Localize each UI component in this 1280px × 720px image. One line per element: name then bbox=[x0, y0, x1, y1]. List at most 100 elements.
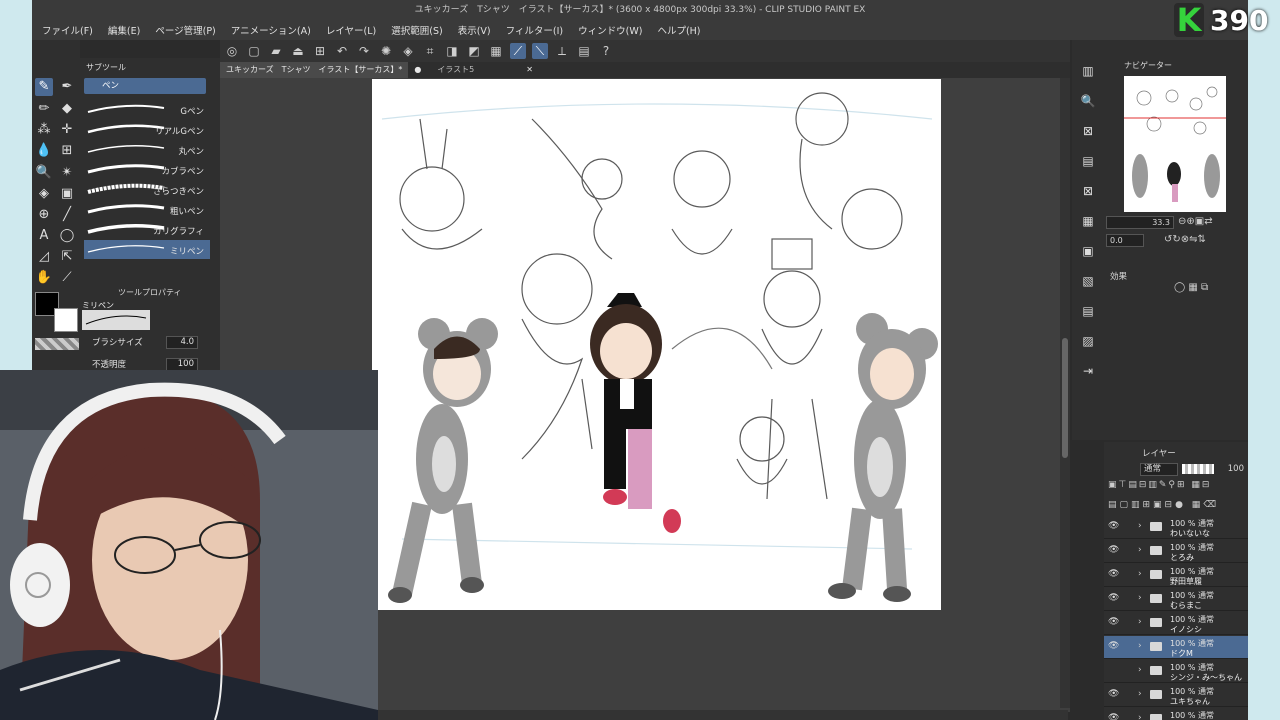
open-folder-icon[interactable]: ▰ bbox=[268, 43, 284, 59]
pencil-tool-icon[interactable]: ✏ bbox=[35, 100, 53, 118]
navigator-preview[interactable] bbox=[1124, 76, 1226, 212]
magnifier-tool-icon[interactable]: 🔍 bbox=[35, 164, 53, 182]
chevron-right-icon[interactable]: › bbox=[1138, 713, 1142, 720]
marker-tool-icon[interactable]: ✒ bbox=[58, 78, 76, 96]
eye-icon[interactable]: 👁 bbox=[1108, 545, 1119, 555]
brush-item[interactable]: カリグラフィ bbox=[84, 220, 210, 239]
chevron-right-icon[interactable]: › bbox=[1138, 689, 1142, 699]
chevron-right-icon[interactable]: › bbox=[1138, 593, 1142, 603]
redo-icon[interactable]: ↷ bbox=[356, 43, 372, 59]
snap-icon[interactable]: ▦ bbox=[488, 43, 504, 59]
menu-view[interactable]: 表示(V) bbox=[458, 23, 491, 37]
auto-select-icon[interactable]: ✴ bbox=[58, 164, 76, 182]
clip-studio-icon[interactable]: ◎ bbox=[224, 43, 240, 59]
chevron-right-icon[interactable]: › bbox=[1138, 665, 1142, 675]
clear-icon[interactable]: ◨ bbox=[444, 43, 460, 59]
eye-icon[interactable]: 👁 bbox=[1108, 713, 1119, 720]
layer-row[interactable]: 👁 › 100 % 通常 ねこ bbox=[1104, 708, 1248, 720]
frame-tool-icon[interactable]: ◿ bbox=[35, 248, 53, 266]
transparent-color-swatch[interactable] bbox=[35, 338, 79, 350]
snap-special-ruler-icon[interactable]: ⟍ bbox=[532, 43, 548, 59]
decoration-tool-icon[interactable]: ⁂ bbox=[35, 121, 53, 139]
subtool-tab[interactable]: サブツール bbox=[86, 62, 126, 73]
eye-icon[interactable]: 👁 bbox=[1108, 617, 1119, 627]
rotate-buttons-icon[interactable]: ↺↻⊗⇋⇅ bbox=[1164, 234, 1206, 245]
brush-item-selected[interactable]: ミリペン bbox=[84, 240, 210, 259]
layer-row-selected[interactable]: 👁 › 100 % 通常 ドクM bbox=[1104, 636, 1248, 659]
navigator-tab[interactable]: ナビゲーター bbox=[1124, 60, 1172, 71]
fill-icon[interactable]: ◩ bbox=[466, 43, 482, 59]
material-icon[interactable]: ▤ bbox=[1078, 302, 1098, 320]
layer-toolbar-2[interactable]: ▤▢▥⊞▣⊟● ▦⌫ bbox=[1108, 500, 1244, 512]
layer-row[interactable]: 👁 › 100 % 通常 ユキちゃん bbox=[1104, 684, 1248, 707]
line-tool-icon[interactable]: ╱ bbox=[58, 206, 76, 224]
memo-icon[interactable]: ▤ bbox=[576, 43, 592, 59]
opacity-slider[interactable] bbox=[1182, 464, 1214, 474]
vertical-scrollbar[interactable] bbox=[1060, 78, 1070, 708]
brush-item[interactable]: ざらつきペン bbox=[84, 180, 210, 199]
hand-tool-icon[interactable]: ✋ bbox=[35, 269, 53, 287]
brush-item[interactable]: 粗いペン bbox=[84, 200, 210, 219]
menu-page[interactable]: ページ管理(P) bbox=[155, 23, 215, 37]
brush-size-field[interactable]: 4.0 bbox=[166, 336, 198, 349]
export-icon[interactable]: ▤ bbox=[1078, 152, 1098, 170]
layer-property-icon[interactable]: ▧ bbox=[1078, 272, 1098, 290]
eye-icon[interactable]: 👁 bbox=[1108, 569, 1119, 579]
layer-row[interactable]: 👁 › 100 % 通常 むらまこ bbox=[1104, 588, 1248, 611]
layer-row[interactable]: 👁 › 100 % 通常 イノシシ bbox=[1104, 612, 1248, 635]
menu-file[interactable]: ファイル(F) bbox=[42, 23, 93, 37]
blend-tool-icon[interactable]: 💧 bbox=[35, 142, 53, 160]
zoom-buttons-icon[interactable]: ⊖⊕▣⇄ bbox=[1178, 216, 1213, 227]
menu-selection[interactable]: 選択範囲(S) bbox=[391, 23, 442, 37]
eye-icon[interactable]: 👁 bbox=[1108, 641, 1119, 651]
menu-window[interactable]: ウィンドウ(W) bbox=[578, 23, 642, 37]
fill-tool-icon[interactable]: ◈ bbox=[35, 185, 53, 203]
grid-icon[interactable]: ⊞ bbox=[312, 43, 328, 59]
brush-item[interactable]: 丸ペン bbox=[84, 140, 210, 159]
chevron-right-icon[interactable]: › bbox=[1138, 545, 1142, 555]
close-icon[interactable]: ✕ bbox=[520, 62, 539, 78]
horizontal-scrollbar[interactable] bbox=[378, 710, 1068, 720]
eye-icon[interactable]: 👁 bbox=[1108, 521, 1119, 531]
effect-buttons-icon[interactable]: ◯ ▦ ⧉ bbox=[1174, 282, 1208, 293]
layer-toolbar[interactable]: ▣⊤▤⊟▥✎⚲⊞ ▦⊟ bbox=[1108, 480, 1244, 492]
save-icon[interactable]: ⏏ bbox=[290, 43, 306, 59]
text-tool-icon[interactable]: A bbox=[35, 227, 53, 245]
eyedropper-tool-icon[interactable]: ⟋ bbox=[58, 269, 76, 287]
grid-select-icon[interactable]: ⊞ bbox=[58, 142, 76, 160]
snap-grid-icon[interactable]: ⟂ bbox=[554, 43, 570, 59]
crop-icon[interactable]: ⌗ bbox=[422, 43, 438, 59]
eraser-tool-icon[interactable]: ◆ bbox=[58, 100, 76, 118]
undo-icon[interactable]: ↶ bbox=[334, 43, 350, 59]
layer-opacity-field[interactable]: 100 bbox=[1216, 463, 1244, 476]
sub-color-swatch[interactable] bbox=[54, 308, 78, 332]
grid-icon[interactable]: ▦ bbox=[1078, 212, 1098, 230]
brush-item[interactable]: カブラペン bbox=[84, 160, 210, 179]
layer-tab[interactable]: レイヤー bbox=[1142, 447, 1176, 459]
layer-row[interactable]: 👁 › 100 % 通常 野田草履 bbox=[1104, 564, 1248, 587]
zoom-field[interactable]: 33.3 bbox=[1106, 216, 1174, 229]
scroll-thumb[interactable] bbox=[1062, 338, 1068, 458]
eye-icon[interactable]: 👁 bbox=[1108, 593, 1119, 603]
layer-row[interactable]: 👁 › 100 % 通常 とろみ bbox=[1104, 540, 1248, 563]
move-tool-icon[interactable]: ✛ bbox=[58, 121, 76, 139]
panel-icon[interactable]: ▥ bbox=[1078, 62, 1098, 80]
menu-animation[interactable]: アニメーション(A) bbox=[231, 23, 311, 37]
menu-layer[interactable]: レイヤー(L) bbox=[326, 23, 376, 37]
search-icon[interactable]: 🔍 bbox=[1078, 92, 1098, 110]
document-tab[interactable]: イラスト5 bbox=[431, 62, 480, 78]
snap-ruler-icon[interactable]: ⟋ bbox=[510, 43, 526, 59]
chevron-right-icon[interactable]: › bbox=[1138, 641, 1142, 651]
transform-icon[interactable]: ◈ bbox=[400, 43, 416, 59]
brush-item[interactable]: Gペン bbox=[84, 100, 210, 119]
help-icon[interactable]: ? bbox=[598, 43, 614, 59]
illustration-canvas[interactable] bbox=[372, 79, 941, 610]
pen-tool-icon[interactable]: ✎ bbox=[35, 78, 53, 96]
close-icon[interactable]: ● bbox=[408, 62, 427, 78]
new-file-icon[interactable]: ▢ bbox=[246, 43, 262, 59]
eye-icon[interactable]: 👁 bbox=[1108, 689, 1119, 699]
image-icon[interactable]: ▣ bbox=[1078, 242, 1098, 260]
menu-help[interactable]: ヘルプ(H) bbox=[657, 23, 700, 37]
rotation-field[interactable]: 0.0 bbox=[1106, 234, 1144, 247]
gradient-tool-icon[interactable]: ▣ bbox=[58, 185, 76, 203]
